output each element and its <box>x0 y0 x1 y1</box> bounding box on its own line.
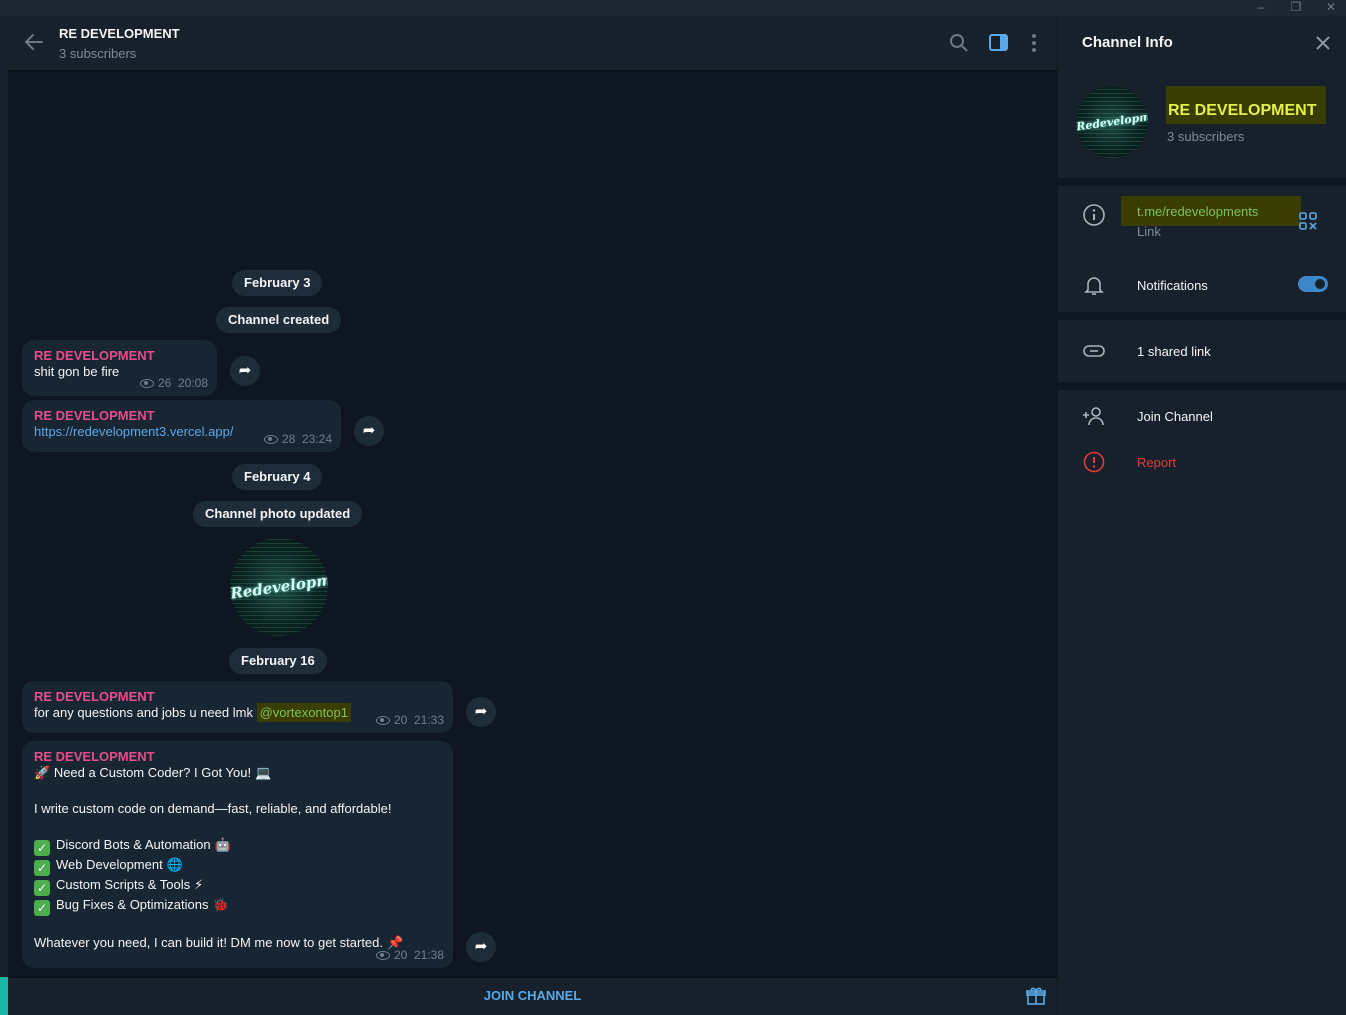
chat-header: RE DEVELOPMENT 3 subscribers <box>8 16 1057 71</box>
user-mention[interactable]: @vortexontop1 <box>256 703 351 722</box>
views-icon <box>139 379 154 388</box>
service-message: Channel photo updated <box>193 501 363 527</box>
message-meta: 26 20:08 <box>139 376 208 390</box>
divider <box>1058 382 1346 390</box>
message-text: 🚀 Need a Custom Coder? I Got You! 💻 I wri… <box>34 765 404 950</box>
window-close-button[interactable]: ✕ <box>1314 0 1346 16</box>
globe-icon: 🌐 <box>166 857 183 872</box>
forward-icon[interactable]: ➦ <box>466 932 496 962</box>
channel-avatar[interactable]: Redevelopment <box>1076 86 1148 158</box>
laptop-icon: 💻 <box>255 765 272 780</box>
robot-icon: 🤖 <box>214 837 231 852</box>
message-author[interactable]: RE DEVELOPMENT <box>34 749 441 764</box>
close-icon[interactable] <box>1314 34 1332 52</box>
check-icon: ✓ <box>34 900 50 916</box>
more-menu-icon[interactable] <box>1023 32 1045 54</box>
bottom-bar: JOIN CHANNEL <box>8 977 1057 1015</box>
sidebar-toggle-icon[interactable] <box>988 32 1010 54</box>
message-author[interactable]: RE DEVELOPMENT <box>34 689 441 704</box>
chat-subtitle: 3 subscribers <box>59 46 137 61</box>
restore-button[interactable]: ❐ <box>1279 0 1313 16</box>
info-icon <box>1083 204 1105 226</box>
check-icon: ✓ <box>34 840 50 856</box>
message-bubble[interactable]: RE DEVELOPMENT 🚀 Need a Custom Coder? I … <box>22 741 453 968</box>
divider <box>1058 178 1346 186</box>
message-bubble[interactable]: RE DEVELOPMENT for any questions and job… <box>22 681 453 733</box>
left-edge <box>0 16 8 977</box>
report-item[interactable]: Report <box>1137 455 1176 470</box>
message-author[interactable]: RE DEVELOPMENT <box>34 408 329 423</box>
rocket-icon: 🚀 <box>34 765 51 780</box>
message-meta: 28 23:24 <box>263 432 332 446</box>
join-channel-button[interactable]: JOIN CHANNEL <box>8 988 1057 1003</box>
chat-title[interactable]: RE DEVELOPMENT <box>59 26 180 41</box>
divider <box>1058 312 1346 320</box>
service-message: Channel created <box>216 307 342 333</box>
check-icon: ✓ <box>34 860 50 876</box>
notifications-label: Notifications <box>1137 278 1208 293</box>
minimize-button[interactable]: – <box>1244 0 1278 16</box>
bell-icon <box>1084 277 1104 295</box>
lightning-icon: ⚡ <box>194 877 204 892</box>
join-channel-item[interactable]: Join Channel <box>1137 409 1213 424</box>
date-pill: February 4 <box>232 464 323 490</box>
qr-code-icon[interactable] <box>1299 212 1317 230</box>
message-meta: 20 21:38 <box>375 948 444 962</box>
channel-name: RE DEVELOPMENT <box>1166 86 1326 124</box>
back-arrow-icon[interactable] <box>22 30 46 54</box>
forward-icon[interactable]: ➦ <box>230 356 260 386</box>
channel-subscribers: 3 subscribers <box>1167 129 1245 144</box>
forward-icon[interactable]: ➦ <box>354 416 384 446</box>
channel-photo[interactable]: Redevelopment <box>230 538 328 636</box>
forward-icon[interactable]: ➦ <box>466 697 496 727</box>
date-pill: February 16 <box>229 648 327 674</box>
views-icon <box>263 435 278 444</box>
channel-info-panel: Channel Info Redevelopment RE DEVELOPMEN… <box>1058 16 1346 1015</box>
check-icon: ✓ <box>34 880 50 896</box>
channel-link[interactable]: t.me/redevelopments <box>1121 196 1301 226</box>
message-author[interactable]: RE DEVELOPMENT <box>34 348 205 363</box>
message-bubble[interactable]: RE DEVELOPMENT shit gon be fire 26 20:08 <box>22 340 217 396</box>
date-pill: February 3 <box>232 270 323 296</box>
message-meta: 20 21:33 <box>375 713 444 727</box>
gift-icon[interactable] <box>1026 986 1046 1006</box>
window-titlebar: – ❐ ✕ <box>0 0 1346 16</box>
shared-links-item[interactable]: 1 shared link <box>1137 344 1211 359</box>
add-user-icon <box>1083 407 1104 426</box>
link-label: Link <box>1137 224 1161 239</box>
views-icon <box>375 951 390 960</box>
chat-panel: RE DEVELOPMENT 3 subscribers February 3 … <box>8 16 1057 1015</box>
accent-strip <box>0 977 8 1015</box>
panel-title: Channel Info <box>1082 34 1173 51</box>
notifications-toggle[interactable] <box>1298 276 1328 292</box>
bug-icon: 🐞 <box>212 897 229 912</box>
search-icon[interactable] <box>948 32 970 54</box>
link-icon <box>1083 345 1105 357</box>
views-icon <box>375 716 390 725</box>
message-bubble[interactable]: RE DEVELOPMENT https://redevelopment3.ve… <box>22 400 341 452</box>
report-icon <box>1083 451 1105 473</box>
